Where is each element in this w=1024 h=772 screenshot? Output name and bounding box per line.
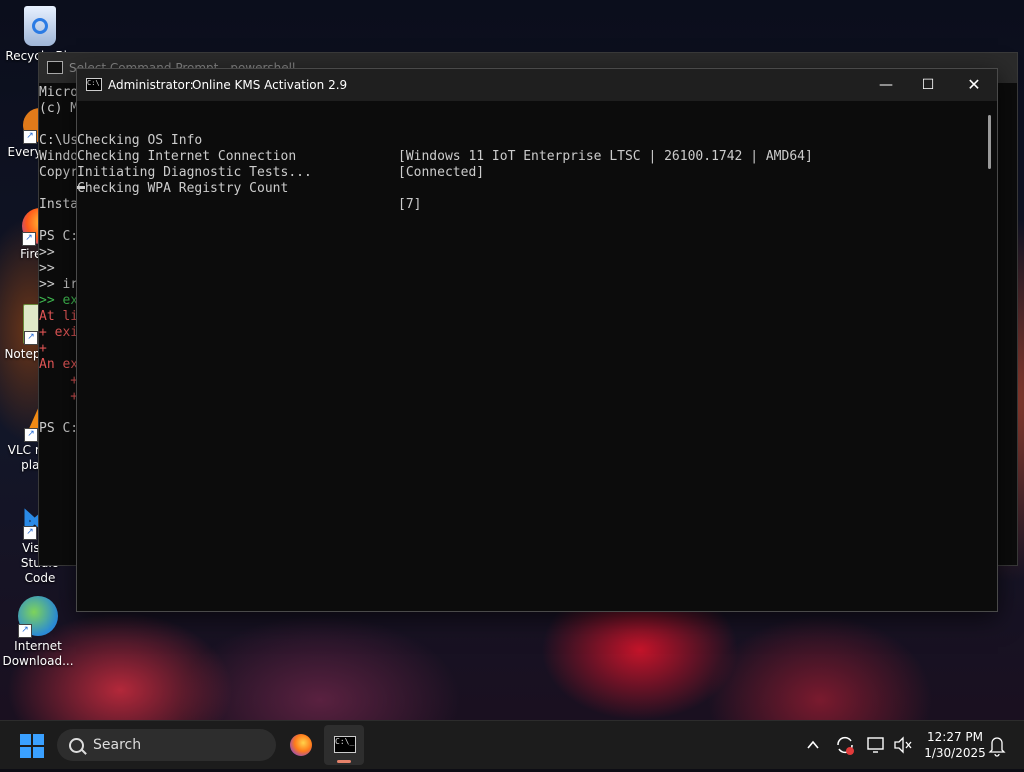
recycle-bin-icon (24, 6, 56, 46)
windows-logo-tile (33, 747, 44, 758)
search-icon (69, 738, 84, 753)
search-placeholder: Search (93, 737, 142, 753)
bell-icon (988, 737, 1006, 757)
chevron-up-icon (807, 740, 819, 749)
clock-time: 12:27 PM (927, 730, 983, 744)
terminal-row: Initiating Diagnostic Tests... (77, 149, 997, 180)
desktop-icon-label: Internet Download... (2, 639, 74, 668)
window-title: Online KMS Activation 2.9 (192, 78, 348, 92)
sync-error-icon (837, 736, 854, 755)
command-prompt-icon: C:\ (86, 78, 102, 91)
minimize-button[interactable]: — (863, 69, 909, 101)
shortcut-arrow-icon: ↗ (24, 331, 38, 345)
windows-logo-tile (33, 734, 44, 745)
show-hidden-icons-button[interactable] (802, 721, 824, 769)
taskbar-clock[interactable]: 12:27 PM 1/30/2025 (918, 729, 992, 761)
shortcut-arrow-icon: ↗ (18, 624, 32, 638)
shortcut-arrow-icon: ↗ (24, 428, 38, 442)
taskbar: Search C:\_ 12:27 PM 1/30/2025 (0, 720, 1024, 769)
desktop-icon-internet-download-manager[interactable]: ↗ Internet Download... (2, 596, 74, 669)
close-button[interactable]: ✕ (951, 69, 997, 101)
terminal-row: Checking Internet Connection [Connected] (77, 133, 997, 180)
window-title-prefix: Administrator: (108, 78, 194, 92)
start-button[interactable] (20, 734, 44, 758)
kms-activation-window[interactable]: C:\ Administrator: Online KMS Activation… (76, 68, 998, 612)
taskbar-terminal[interactable]: C:\_ (324, 725, 364, 765)
terminal-row: Checking OS Info [Windows 11 IoT Enterpr… (77, 117, 997, 164)
row-label: Checking WPA Registry Count (77, 181, 289, 196)
terminal-row: Checking WPA Registry Count [7] (77, 165, 997, 212)
taskbar-firefox[interactable] (281, 725, 321, 765)
notifications-button[interactable] (986, 721, 1008, 769)
network-icon (867, 737, 884, 753)
shortcut-arrow-icon: ↗ (22, 232, 36, 246)
maximize-button[interactable]: ☐ (905, 69, 951, 101)
vertical-scrollbar[interactable] (988, 115, 991, 169)
command-prompt-icon: C:\_ (334, 736, 356, 753)
internet-download-manager-icon: ↗ (18, 596, 58, 638)
windows-logo-tile (20, 747, 31, 758)
sync-status-button[interactable] (834, 721, 856, 769)
volume-muted-icon (894, 736, 912, 754)
kms-window-titlebar[interactable]: C:\ Administrator: Online KMS Activation… (77, 69, 997, 101)
shortcut-arrow-icon: ↗ (23, 526, 37, 540)
active-app-indicator (337, 760, 351, 763)
shortcut-arrow-icon: ↗ (23, 130, 37, 144)
command-prompt-icon (47, 61, 63, 74)
network-button[interactable] (864, 721, 888, 769)
row-value: [7] (398, 197, 422, 212)
taskbar-search-box[interactable]: Search (57, 729, 276, 761)
clock-date: 1/30/2025 (924, 746, 986, 760)
windows-logo-icon (20, 734, 31, 745)
volume-button[interactable] (892, 721, 914, 769)
firefox-icon (290, 734, 312, 756)
kms-terminal-output: Checking OS Info [Windows 11 IoT Enterpr… (77, 101, 997, 212)
